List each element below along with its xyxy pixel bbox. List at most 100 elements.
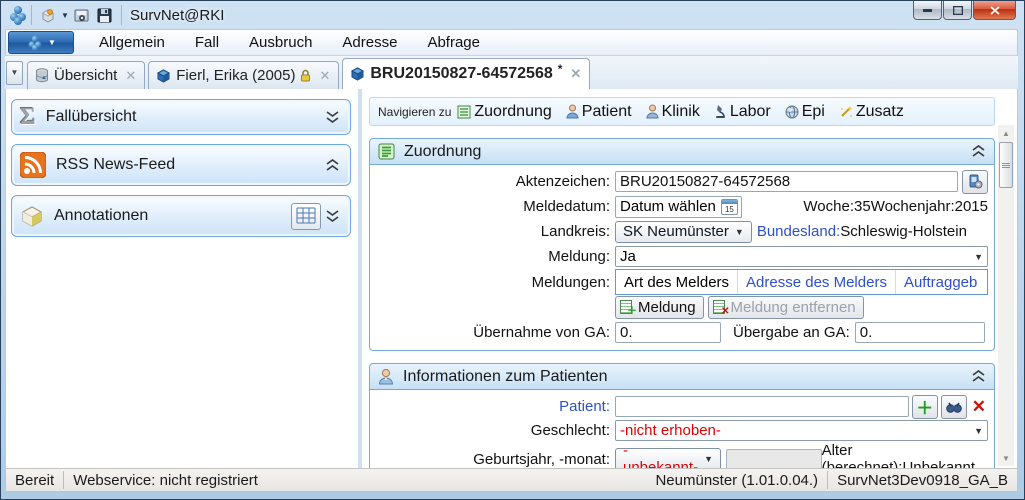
navlink-zuordnung[interactable]: Zuordnung [457, 103, 551, 121]
chevron-double-down-icon[interactable] [325, 210, 340, 223]
tab-close-icon[interactable]: ✕ [319, 68, 330, 84]
patient-add-button[interactable]: ＋ [912, 395, 938, 419]
column-adresse-des-melders[interactable]: Adresse des Melders [738, 270, 896, 294]
sidebar-panel-annotationen[interactable]: Annotationen [11, 195, 351, 237]
menu-adresse[interactable]: Adresse [327, 34, 412, 51]
meldung-value: Ja [620, 248, 974, 265]
meldedatum-label: Meldedatum: [372, 198, 615, 215]
row-geschlecht: Geschlecht: -nicht erhoben- ▼ [372, 419, 988, 442]
bundesland-value: Schleswig-Holstein [840, 223, 967, 240]
bundesland-label: Bundesland: [757, 223, 840, 240]
panel-label: RSS News-Feed [56, 156, 175, 174]
menu-abfrage[interactable]: Abfrage [412, 34, 495, 51]
row-meldung: Meldung: Ja ▼ [372, 244, 988, 269]
section-zuordnung: Zuordnung Aktenzeichen: [369, 138, 995, 351]
column-auftraggeber[interactable]: Auftraggeb [896, 270, 985, 294]
aktenzeichen-input[interactable] [615, 171, 958, 192]
uebernahme-label: Übernahme von GA: [372, 324, 615, 341]
navlink-patient[interactable]: Patient [566, 103, 632, 121]
geburtsjahr-dropdown[interactable]: -unbekannt- ▼ [615, 448, 721, 468]
uebergabe-input[interactable] [855, 322, 985, 343]
navlink-klinik[interactable]: Klinik [646, 103, 700, 121]
application-menu-button[interactable]: ▼ [8, 31, 74, 54]
zuordnung-body: Aktenzeichen: Meldedatum: Datum w [369, 165, 995, 351]
rss-icon [20, 152, 46, 178]
row-ga: Übernahme von GA: Übergabe an GA: [372, 320, 988, 345]
sidebar-panel-falluebersicht[interactable]: Σ Fallübersicht [11, 99, 351, 135]
navlink-labor[interactable]: Labor [714, 103, 771, 121]
row-patient: Patient: ＋ ✕ [372, 394, 988, 419]
tab-bru20150827[interactable]: BRU20150827-64572568 * ✕ [342, 58, 590, 89]
alter-label: Alter (berechnet): [822, 442, 903, 468]
menu-allgemein[interactable]: Allgemein [84, 34, 180, 51]
new-record-dropdown-icon[interactable]: ▼ [61, 11, 69, 20]
geburtsjahr-label: Geburtsjahr, -monat: [372, 451, 615, 468]
status-bar: Bereit Webservice: nicht registriert Neu… [5, 468, 1018, 492]
app-icon [9, 6, 27, 24]
meldedatum-picker[interactable]: Datum wählen 15 [615, 196, 742, 218]
add-meldung-button[interactable]: ＋ Meldung [615, 296, 704, 319]
navlink-epi[interactable]: Epi [785, 103, 825, 121]
tab-close-icon[interactable]: ✕ [570, 66, 581, 82]
alter-value: Unbekannt [902, 459, 975, 468]
save-icon[interactable] [95, 6, 115, 24]
menu-fall[interactable]: Fall [180, 34, 234, 51]
patient-header[interactable]: Informationen zum Patienten [369, 363, 995, 390]
patient-clear-button[interactable]: ✕ [970, 397, 988, 417]
tab-close-icon[interactable]: ✕ [125, 68, 136, 84]
chevron-down-icon: ▼ [735, 227, 744, 237]
close-button[interactable] [973, 1, 1016, 20]
woche-value: 35 [854, 198, 871, 215]
chevron-down-icon: ▼ [974, 252, 983, 262]
patient-search-button[interactable] [941, 395, 967, 419]
aktenzeichen-generate-button[interactable] [962, 170, 988, 194]
maximize-button[interactable] [943, 1, 972, 20]
scroll-up-arrow[interactable]: ▲ [998, 125, 1014, 141]
chevron-down-icon: ▼ [48, 38, 56, 47]
meldung-select[interactable]: Ja ▼ [615, 246, 988, 267]
sidebar-panel-rss-news-feed[interactable]: RSS News-Feed [11, 144, 351, 186]
tab-label: Fierl, Erika (2005) [176, 67, 295, 84]
geschlecht-select[interactable]: -nicht erhoben- ▼ [615, 420, 988, 441]
tab-label: Übersicht [54, 67, 117, 84]
patient-body: Patient: ＋ ✕ Geschlecht: [369, 390, 995, 468]
meldungen-column-header: Art des Melders Adresse des Melders Auft… [615, 269, 988, 295]
status-version: SurvNet3Dev0918_GA_B [827, 471, 1017, 489]
app-window: ▼ SurvNet@RKI ▼ Allgemein Fall Ausbruch … [0, 0, 1025, 500]
modified-indicator: * [558, 62, 563, 76]
document-tab-bar: ▼ Übersicht ✕ Fierl, Erika (2005) ✕ BRU2… [5, 56, 1018, 89]
tab-list-dropdown-button[interactable]: ▼ [6, 61, 23, 85]
navlink-zusatz[interactable]: Zusatz [839, 103, 904, 121]
annotations-grid-button[interactable] [291, 203, 321, 230]
chevron-double-up-icon[interactable] [971, 145, 986, 158]
patient-input[interactable] [615, 396, 909, 417]
patient-label: Patient: [372, 398, 615, 415]
chevron-double-up-icon[interactable] [971, 370, 986, 383]
title-bar: ▼ SurvNet@RKI [5, 1, 1018, 29]
status-ready: Bereit [6, 471, 64, 489]
scroll-down-arrow[interactable]: ▼ [998, 450, 1014, 466]
minimize-button[interactable] [913, 1, 942, 20]
remove-meldung-button[interactable]: ✕ Meldung entfernen [708, 296, 864, 319]
remove-list-icon: ✕ [713, 300, 728, 315]
chevron-double-down-icon[interactable] [325, 111, 340, 124]
row-meldungen: Meldungen: Art des Melders Adresse des M… [372, 269, 988, 295]
scrollbar-thumb[interactable] [999, 142, 1013, 188]
menu-ausbruch[interactable]: Ausbruch [234, 34, 327, 51]
content-scrollbar[interactable]: ▲ ▼ [998, 125, 1014, 466]
meldungen-label: Meldungen: [372, 274, 615, 291]
export-icon[interactable] [72, 6, 92, 24]
aktenzeichen-label: Aktenzeichen: [372, 173, 615, 190]
column-art-des-melders[interactable]: Art des Melders [616, 270, 738, 294]
new-record-icon[interactable] [38, 6, 58, 24]
chevron-double-up-icon[interactable] [325, 159, 340, 172]
calendar-icon[interactable]: 15 [721, 199, 738, 215]
navigate-to-label: Navigieren zu [378, 105, 451, 119]
uebernahme-input[interactable] [615, 322, 721, 343]
quick-access-toolbar: ▼ [31, 5, 122, 25]
tab-fierl-erika[interactable]: Fierl, Erika (2005) ✕ [148, 61, 339, 89]
landkreis-dropdown[interactable]: SK Neumünster ▼ [615, 221, 752, 243]
zuordnung-header[interactable]: Zuordnung [369, 138, 995, 165]
main-area: Σ Fallübersicht RSS News-Feed Annotation… [5, 89, 1018, 468]
tab-uebersicht[interactable]: Übersicht ✕ [27, 61, 145, 89]
